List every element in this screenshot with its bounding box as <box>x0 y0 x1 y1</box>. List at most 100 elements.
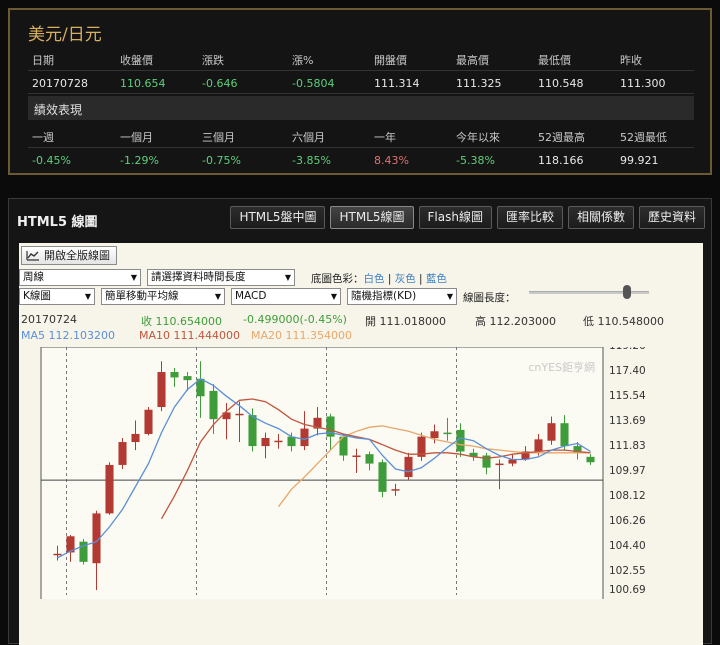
tab-html5-chart[interactable]: HTML5線圖 <box>330 206 414 229</box>
data-range-select-value: 請選擇資料時間長度 <box>151 271 246 283</box>
candle-body <box>586 456 595 463</box>
candle-body <box>365 454 374 464</box>
perf-6m: -3.85% <box>292 154 331 167</box>
candle-body <box>157 372 166 408</box>
performance-section-title: 績效表現 <box>34 103 83 117</box>
candle-body <box>118 442 127 465</box>
quote-title: 美元/日元 <box>28 25 102 45</box>
candle-body <box>443 432 452 435</box>
col-open-header: 開盤價 <box>374 54 407 67</box>
col-low-header: 最低價 <box>538 54 571 67</box>
col-close-header: 收盤價 <box>120 54 153 67</box>
candle-body <box>378 462 387 492</box>
ma20-value: MA20 111.354000 <box>251 329 352 342</box>
chart-panel: HTML5 線圖 HTML5盤中圖 HTML5線圖 Flash線圖 匯率比較 相… <box>8 198 712 645</box>
candle-body <box>560 423 569 447</box>
candle-body <box>495 463 504 466</box>
candle-body <box>144 409 153 434</box>
y-tick-label: 115.54 <box>609 390 646 402</box>
quote-high: 111.325 <box>456 77 502 90</box>
y-tick-label: 104.40 <box>609 540 646 552</box>
perf-1y-header: 一年 <box>374 131 396 144</box>
perf-52w-high: 118.166 <box>538 154 584 167</box>
chart-length-slider-track[interactable] <box>529 291 649 294</box>
info-low: 低 110.548000 <box>583 315 664 328</box>
indicator-select[interactable]: MACD ▼ <box>231 288 341 305</box>
candle-body <box>235 413 244 416</box>
tab-flash-chart[interactable]: Flash線圖 <box>418 206 492 229</box>
watermark: cnYES鉅亨網 <box>528 360 595 374</box>
quote-open: 111.314 <box>374 77 420 90</box>
y-tick-label: 111.83 <box>609 440 646 452</box>
col-change-pct-header: 漲% <box>292 54 314 67</box>
y-tick-label: 113.69 <box>609 415 646 427</box>
candle-body <box>352 455 361 458</box>
quote-panel: 美元/日元 日期 收盤價 漲跌 漲% 開盤價 最高價 最低價 昨收 201707… <box>8 8 712 175</box>
info-date: 20170724 <box>21 313 77 326</box>
col-date-header: 日期 <box>32 54 54 67</box>
perf-ytd: -5.38% <box>456 154 495 167</box>
chevron-down-icon: ▼ <box>84 292 91 301</box>
period-select[interactable]: 周線 ▼ <box>19 269 141 286</box>
kd-indicator-select-value: 隨機指標(KD) <box>351 290 417 302</box>
kd-indicator-select[interactable]: 隨機指標(KD) ▼ <box>347 288 457 305</box>
chart-type-select[interactable]: K線圖 ▼ <box>19 288 95 305</box>
col-prev-close-header: 昨收 <box>620 54 642 67</box>
candle-body <box>287 436 296 447</box>
chart-length-label: 線圖長度： <box>463 292 516 304</box>
chart-tabs: HTML5盤中圖 HTML5線圖 Flash線圖 匯率比較 相關係數 歷史資料 <box>225 206 705 229</box>
quote-change-pct: -0.5804 <box>292 77 335 90</box>
data-range-select[interactable]: 請選擇資料時間長度 ▼ <box>147 269 295 286</box>
chart-type-select-value: K線圖 <box>23 290 51 302</box>
indicator-select-value: MACD <box>235 290 267 302</box>
perf-52w-high-header: 52週最高 <box>538 131 585 144</box>
perf-1m-header: 一個月 <box>120 131 153 144</box>
perf-ytd-header: 今年以來 <box>456 131 500 144</box>
quote-low: 110.548 <box>538 77 584 90</box>
tab-history[interactable]: 歷史資料 <box>638 206 705 229</box>
y-tick-label: 106.26 <box>609 515 646 527</box>
plot-frame <box>40 347 604 599</box>
quote-value-row: 20170728 110.654 -0.646 -0.5804 111.314 … <box>28 70 694 94</box>
chart-length-slider-handle[interactable] <box>623 285 631 299</box>
candle-body <box>53 553 62 556</box>
perf-52w-low: 99.921 <box>620 154 659 167</box>
perf-1w: -0.45% <box>32 154 71 167</box>
chevron-down-icon: ▼ <box>330 292 337 301</box>
bg-white-link[interactable]: 白色 <box>364 273 385 285</box>
candle-body <box>547 423 556 441</box>
chart-panel-title: HTML5 線圖 <box>17 215 98 230</box>
candle-body <box>170 372 179 378</box>
tab-fx-compare[interactable]: 匯率比較 <box>496 206 563 229</box>
candle-body <box>300 428 309 447</box>
period-select-value: 周線 <box>23 271 44 283</box>
candle-body <box>508 459 517 464</box>
fullscreen-chart-label: 開啟全版線圖 <box>44 249 110 262</box>
bg-blue-link[interactable]: 藍色 <box>426 273 447 285</box>
candle-body <box>248 415 257 447</box>
performance-header-row: 一週 一個月 三個月 六個月 一年 今年以來 52週最高 52週最低 <box>28 125 694 147</box>
perf-1m: -1.29% <box>120 154 159 167</box>
candle-body <box>209 390 218 420</box>
perf-6m-header: 六個月 <box>292 131 325 144</box>
performance-section-bar: 績效表現 <box>28 96 694 120</box>
ma5-value: MA5 112.103200 <box>21 329 115 342</box>
y-tick-label: 109.97 <box>609 465 646 477</box>
tab-correlation[interactable]: 相關係數 <box>567 206 634 229</box>
moving-average-select[interactable]: 簡單移動平均線 ▼ <box>101 288 225 305</box>
quote-date: 20170728 <box>32 77 88 90</box>
line-chart-icon <box>26 251 39 261</box>
fullscreen-chart-button[interactable]: 開啟全版線圖 <box>21 246 117 265</box>
perf-52w-low-header: 52週最低 <box>620 131 667 144</box>
chevron-down-icon: ▼ <box>214 292 221 301</box>
perf-3m: -0.75% <box>202 154 241 167</box>
bg-color-options: 底圖色彩：白色 | 灰色 | 藍色 <box>311 273 447 285</box>
candle-body <box>131 433 140 443</box>
y-tick-label: 117.40 <box>609 365 646 377</box>
bg-gray-link[interactable]: 灰色 <box>395 273 416 285</box>
perf-1w-header: 一週 <box>32 131 54 144</box>
quote-close: 110.654 <box>120 77 166 90</box>
quote-prev-close: 111.300 <box>620 77 666 90</box>
tab-html5-intraday[interactable]: HTML5盤中圖 <box>230 206 326 229</box>
chevron-down-icon: ▼ <box>446 292 453 301</box>
